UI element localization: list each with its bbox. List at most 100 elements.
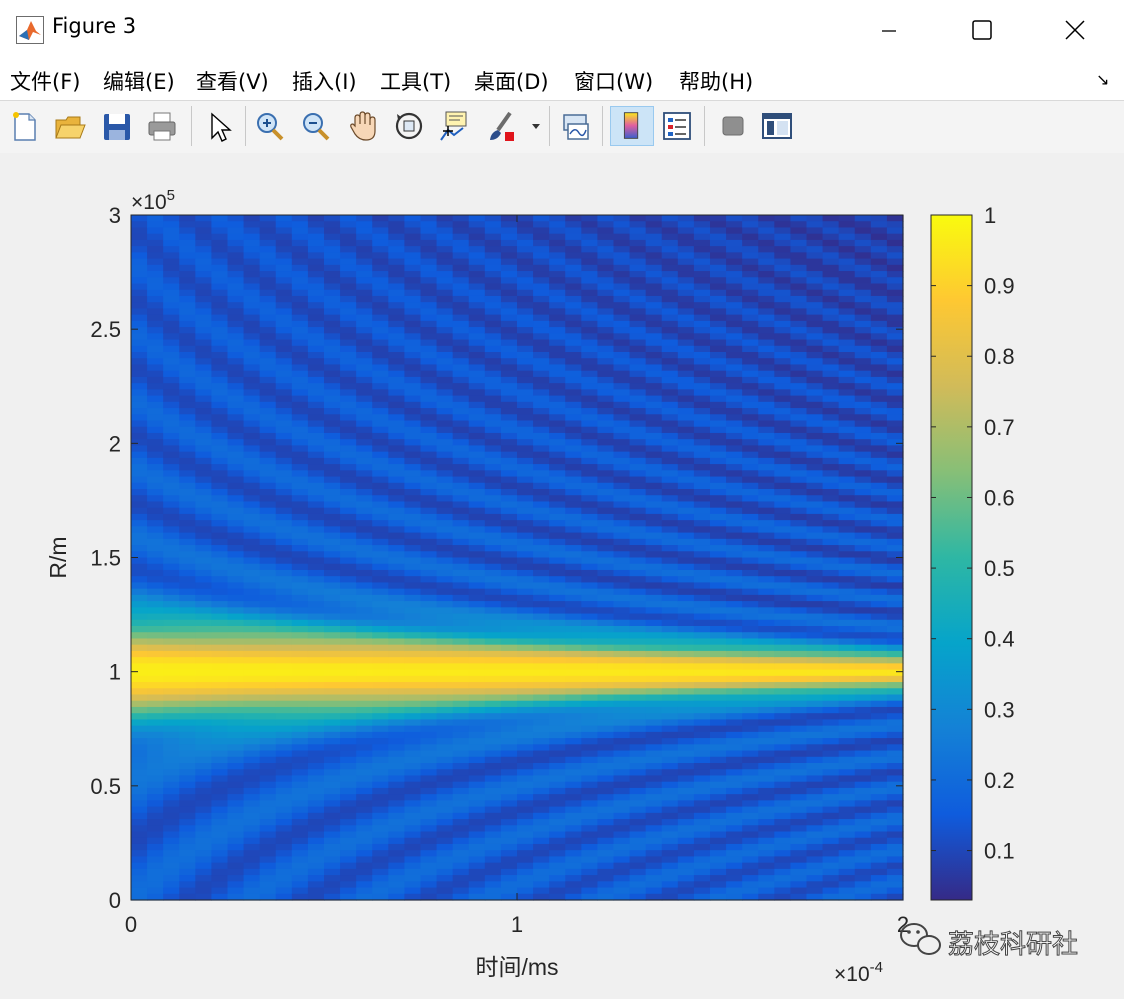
menu-window[interactable]: 窗口(W) [574, 66, 653, 96]
heatmap-cell [677, 694, 695, 702]
heatmap-cell [468, 489, 486, 496]
print-icon[interactable] [144, 106, 180, 146]
heatmap-cell [324, 352, 341, 359]
heatmap-cell [581, 358, 599, 366]
heatmap-cell [259, 233, 277, 241]
menu-edit[interactable]: 编辑(E) [103, 66, 175, 96]
brush-icon[interactable] [484, 106, 520, 146]
heatmap-cell [163, 831, 180, 839]
heatmap-cell [549, 563, 566, 571]
heatmap-cell [629, 376, 647, 384]
heatmap-cell [533, 538, 550, 546]
heatmap-cell [324, 706, 341, 714]
heatmap-cell [677, 794, 695, 801]
heatmap-cell [275, 408, 293, 415]
open-file-icon[interactable] [52, 106, 88, 146]
link-plot-icon[interactable] [558, 106, 594, 146]
menu-insert[interactable]: 插入(I) [292, 66, 357, 96]
heatmap-cell [774, 688, 792, 696]
heatmap-cell [436, 526, 454, 534]
heatmap-cell [677, 289, 695, 297]
heatmap-cell [468, 520, 486, 527]
menu-file[interactable]: 文件(F) [10, 66, 80, 96]
heatmap-cell [517, 769, 534, 777]
heatmap-cell [372, 233, 389, 241]
show-plot-tools-icon[interactable] [759, 106, 795, 146]
heatmap-cell [307, 532, 325, 540]
save-icon[interactable] [99, 106, 135, 146]
heatmap-cell [356, 875, 373, 882]
heatmap-cell [243, 308, 261, 316]
heatmap-cell [597, 464, 615, 471]
heatmap-cell [838, 738, 856, 745]
heatmap-cell [533, 588, 550, 596]
dock-arrow-icon[interactable]: ↘ [1096, 70, 1109, 89]
heatmap-cell [163, 856, 180, 864]
heatmap-cell [661, 507, 679, 515]
heatmap-cell [677, 650, 695, 658]
heatmap-cell [790, 738, 808, 745]
heatmap-cell [661, 439, 679, 447]
heatmap-cell [710, 507, 727, 515]
menu-desktop[interactable]: 桌面(D) [474, 66, 549, 96]
heatmap-cell [468, 582, 486, 590]
heatmap-cell [131, 482, 148, 490]
colorbar-button[interactable] [610, 106, 654, 146]
heatmap-cell [163, 457, 180, 465]
heatmap-image[interactable] [131, 215, 904, 901]
heatmap-cell [613, 862, 631, 870]
heatmap-cell [677, 682, 695, 689]
heatmap-cell [468, 675, 486, 683]
heatmap-cell [677, 277, 695, 285]
heatmap-cell [613, 451, 631, 459]
heatmap-cell [195, 738, 213, 745]
heatmap-cell [533, 445, 550, 453]
legend-icon[interactable] [659, 106, 695, 146]
minimize-button[interactable] [842, 0, 934, 60]
zoom-in-icon[interactable] [252, 106, 288, 146]
heatmap-cell [710, 383, 727, 390]
heatmap-cell [131, 283, 148, 291]
heatmap-cell [404, 277, 422, 285]
heatmap-cell [581, 314, 599, 322]
heatmap-cell [806, 688, 824, 696]
heatmap-cell [307, 582, 325, 590]
hide-plot-tools-icon[interactable] [715, 106, 751, 146]
heatmap-cell [677, 601, 695, 608]
heatmap-cell [677, 706, 695, 714]
heatmap-cell [356, 358, 373, 366]
heatmap-cell [774, 769, 792, 777]
select-arrow-icon[interactable] [201, 106, 237, 146]
heatmap-cell [147, 252, 164, 260]
heatmap-cell [404, 227, 422, 235]
heatmap-cell [790, 545, 808, 552]
heatmap-cell [838, 395, 856, 403]
heatmap-cell [661, 607, 679, 615]
heatmap-cell [645, 576, 663, 584]
heatmap-cell [565, 545, 582, 552]
heatmap-cell [179, 314, 196, 322]
rotate-3d-icon[interactable] [391, 106, 427, 146]
heatmap-cell [806, 239, 824, 247]
heatmap-cell [420, 875, 438, 882]
close-button[interactable] [1029, 0, 1121, 60]
maximize-button[interactable] [935, 0, 1027, 60]
menu-view[interactable]: 查看(V) [196, 66, 269, 96]
heatmap-cell [259, 258, 277, 266]
heatmap-cell [372, 669, 389, 677]
chevron-down-icon[interactable] [527, 106, 545, 146]
heatmap-cell [452, 744, 470, 752]
heatmap-cell [533, 725, 550, 733]
menu-help[interactable]: 帮助(H) [679, 66, 753, 96]
heatmap-cell [179, 277, 196, 285]
data-cursor-icon[interactable] [436, 106, 472, 146]
heatmap-cell [179, 601, 196, 608]
heatmap-cell [307, 445, 325, 453]
pan-hand-icon[interactable] [345, 106, 381, 146]
heatmap-cell [806, 513, 824, 521]
heatmap-cell [211, 700, 229, 708]
new-figure-icon[interactable] [7, 106, 43, 146]
heatmap-cell [211, 327, 229, 334]
menu-tools[interactable]: 工具(T) [380, 66, 451, 96]
zoom-out-icon[interactable] [298, 106, 334, 146]
